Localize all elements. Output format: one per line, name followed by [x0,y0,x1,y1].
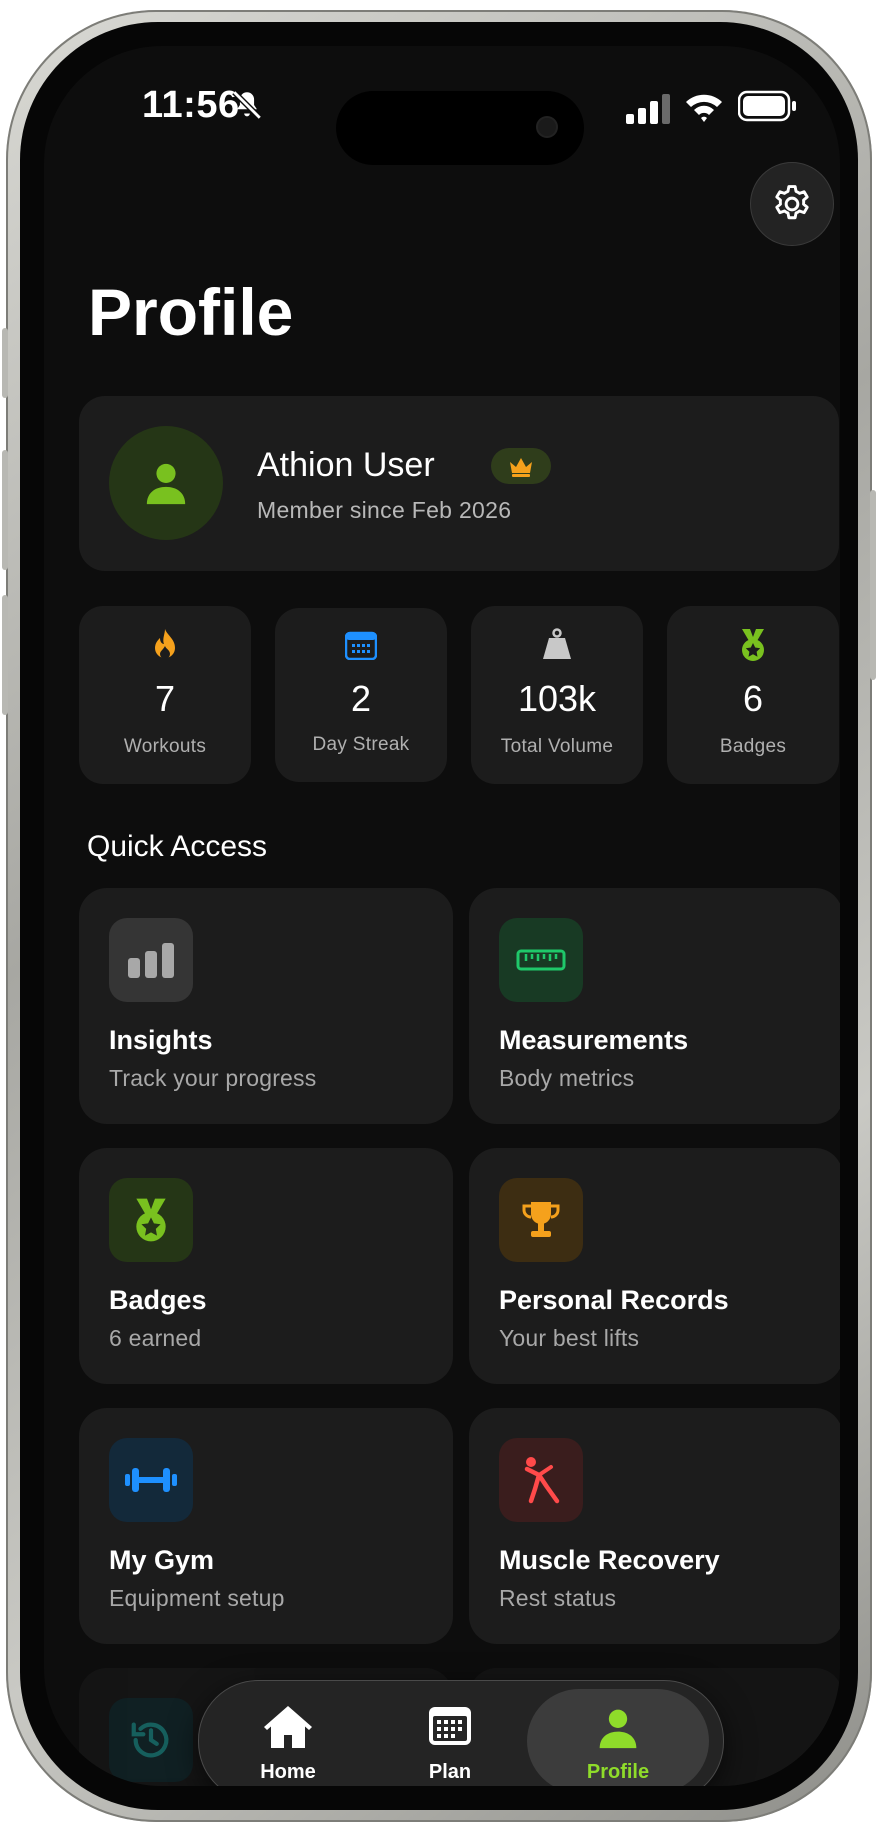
tab-profile[interactable]: Profile [527,1689,709,1786]
tile-icon-box [109,1178,193,1262]
dynamic-island [336,91,584,165]
gear-icon [775,185,809,220]
calendar-icon [345,631,377,660]
weight-icon [543,628,571,659]
stat-workouts[interactable]: 7 Workouts [79,606,251,784]
power-button [870,490,876,680]
section-title: Quick Access [87,830,268,863]
tile-icon-box [499,918,583,1002]
calendar-icon [429,1707,471,1745]
status-time: 11:56 [142,84,240,126]
screen: 11:56 Profile Athion User Member since F… [44,46,840,1786]
tab-home[interactable]: Home [213,1681,363,1786]
tile-muscle-recovery[interactable]: Muscle Recovery Rest status [469,1408,840,1644]
camera-icon [538,118,556,136]
page-title: Profile [88,275,294,349]
person-icon [146,463,186,505]
member-since: Member since Feb 2026 [257,497,512,523]
stat-label: Total Volume [500,736,614,757]
tab-label: Plan [428,1761,472,1783]
tile-personal-records[interactable]: Personal Records Your best lifts [469,1148,840,1384]
tile-title: Personal Records [499,1285,729,1315]
volume-up-button [2,450,8,570]
tile-icon-box [499,1438,583,1522]
tab-plan[interactable]: Plan [375,1681,525,1786]
flame-icon [155,629,175,659]
settings-button[interactable] [750,162,834,246]
tile-subtitle: 6 earned [109,1325,202,1351]
phone-frame: 11:56 Profile Athion User Member since F… [2,10,876,1822]
medal-icon [136,1198,166,1242]
volume-down-button [2,595,8,715]
history-icon [131,1722,169,1758]
crown-icon [510,458,532,477]
ruler-icon [516,949,566,971]
tile-badges[interactable]: Badges 6 earned [79,1148,453,1384]
tile-title: My Gym [109,1545,215,1575]
tile-subtitle: Track your progress [109,1065,317,1091]
stat-day-streak[interactable]: 2 Day Streak [275,608,447,782]
bar-chart-icon [128,943,174,978]
tile-icon-box [109,1698,193,1782]
dumbbell-icon [125,1468,177,1492]
tile-subtitle: Rest status [499,1585,617,1611]
tile-icon-box [109,1438,193,1522]
stat-total-volume[interactable]: 103k Total Volume [471,606,643,784]
profile-card[interactable]: Athion User Member since Feb 2026 [79,396,839,571]
avatar[interactable] [109,426,223,540]
stat-value: 6 [742,678,764,719]
tile-title: Insights [109,1025,213,1055]
bell-off-icon [232,90,262,120]
stat-badges[interactable]: 6 Badges [667,606,839,784]
tile-subtitle: Body metrics [499,1065,635,1091]
medal-icon [742,629,764,661]
tile-title: Measurements [499,1025,689,1055]
user-name: Athion User [257,446,435,484]
tile-my-gym[interactable]: My Gym Equipment setup [79,1408,453,1644]
cellular-signal-icon [626,94,670,124]
tab-label: Profile [586,1761,650,1783]
tile-icon-box [499,1178,583,1262]
trophy-icon [522,1202,560,1237]
bezel: 11:56 Profile Athion User Member since F… [20,22,858,1810]
stretch-icon [524,1457,560,1504]
battery-icon [738,90,796,122]
tile-insights[interactable]: Insights Track your progress [79,888,453,1124]
person-icon [599,1709,637,1749]
tile-icon-box [109,918,193,1002]
tile-subtitle: Your best lifts [499,1325,640,1351]
home-icon [264,1706,312,1748]
tile-title: Badges [109,1285,207,1315]
action-button [2,328,8,398]
premium-badge [491,448,551,484]
stat-value: 7 [154,678,176,719]
stat-value: 2 [350,678,372,719]
tile-measurements[interactable]: Measurements Body metrics [469,888,840,1124]
tab-label: Home [260,1761,316,1783]
stat-label: Day Streak [312,734,410,755]
wifi-icon [686,94,722,122]
tab-bar: Home Plan Profile [198,1680,724,1786]
tile-title: Muscle Recovery [499,1545,720,1575]
stat-label: Workouts [123,736,207,757]
stat-value: 103k [517,678,597,719]
tile-subtitle: Equipment setup [109,1585,285,1611]
stat-label: Badges [719,736,787,757]
